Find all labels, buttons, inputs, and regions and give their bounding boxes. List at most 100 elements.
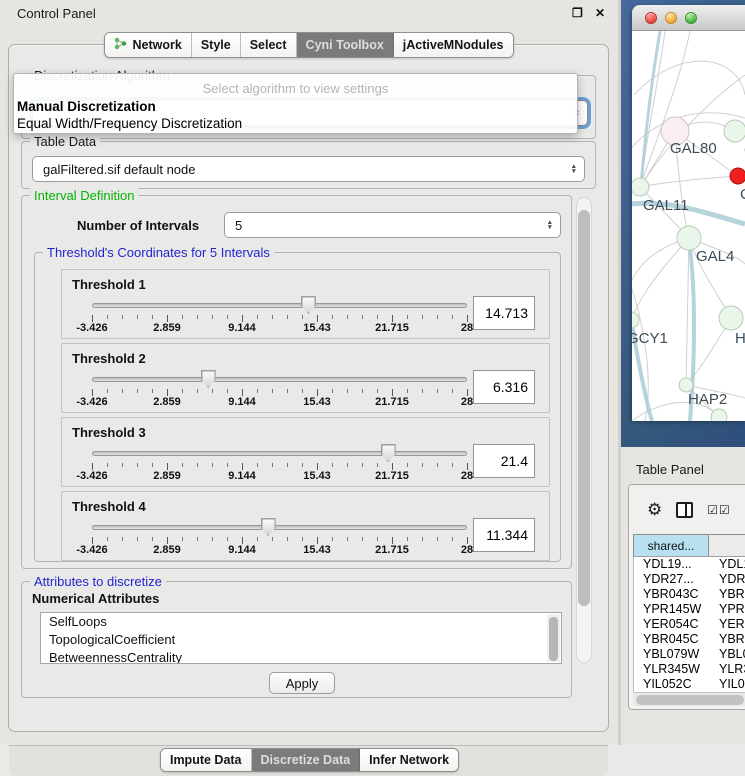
tick-label: -3.426 bbox=[76, 544, 107, 556]
table-row[interactable]: YPR145W YPR1 bbox=[634, 602, 745, 617]
columns-icon[interactable] bbox=[676, 502, 693, 518]
table-rows: YDL19... YDL1 YDR27... YDR2 YBR043C YBR0… bbox=[633, 557, 745, 692]
tick-label: 9.144 bbox=[228, 544, 256, 556]
tick-label: 15.43 bbox=[303, 470, 331, 482]
table-data-combobox[interactable]: galFiltered.sif default node ▲▼ bbox=[32, 156, 585, 182]
bottom-tab-impute-data[interactable]: Impute Data bbox=[161, 749, 252, 771]
network-node[interactable] bbox=[632, 312, 639, 328]
column-header-name[interactable]: na bbox=[709, 535, 745, 556]
table-row[interactable]: YDR27... YDR2 bbox=[634, 572, 745, 587]
network-node[interactable] bbox=[711, 409, 727, 421]
minimize-traffic-light-icon[interactable] bbox=[665, 12, 677, 24]
control-panel-window: Control Panel ❐ ✕ Discretization Algorit… bbox=[0, 0, 618, 745]
network-node[interactable] bbox=[724, 120, 745, 142]
list-scrollbar-thumb[interactable] bbox=[549, 617, 558, 661]
tab-style[interactable]: Style bbox=[192, 33, 241, 57]
select-all-checkboxes-icon[interactable]: ☑☑ bbox=[707, 503, 731, 517]
table-row[interactable]: YLR345W YLR3 bbox=[634, 662, 745, 677]
threshold-1-box: Threshold 1 -3.4262.8599.14415.4321.7152… bbox=[61, 269, 550, 339]
close-window-icon[interactable]: ✕ bbox=[595, 6, 605, 20]
node-label: GAL11 bbox=[643, 197, 689, 214]
algorithm-option-manual-discretization[interactable]: Manual Discretization bbox=[16, 99, 156, 114]
tab-cyni-toolbox[interactable]: Cyni Toolbox bbox=[297, 33, 394, 57]
network-node[interactable] bbox=[719, 306, 743, 330]
threshold-4-slider-track[interactable] bbox=[92, 525, 467, 530]
table-row[interactable]: YER054C YER0 bbox=[634, 617, 745, 632]
network-node[interactable] bbox=[679, 378, 693, 392]
threshold-1-value-field[interactable]: 14.713 bbox=[473, 296, 535, 330]
attribute-item-betweennesscentrality[interactable]: BetweennessCentrality bbox=[41, 649, 561, 664]
table-row[interactable]: YBR043C YBR0 bbox=[634, 587, 745, 602]
threshold-1-slider-track[interactable] bbox=[92, 303, 467, 308]
table-hscrollbar[interactable] bbox=[633, 692, 745, 706]
tab-label: Infer Network bbox=[369, 753, 449, 767]
threshold-2-box: Threshold 2 -3.4262.8599.14415.4321.7152… bbox=[61, 343, 550, 413]
thresholds-group-title: Threshold's Coordinates for 5 Intervals bbox=[43, 245, 274, 260]
cell-shared-name: YIL052C bbox=[634, 677, 710, 692]
tab-label: Select bbox=[250, 38, 287, 52]
tick-label: 28 bbox=[461, 544, 473, 556]
tab-label: Discretize Data bbox=[261, 753, 351, 767]
zoom-traffic-light-icon[interactable] bbox=[685, 12, 697, 24]
threshold-2-value-field[interactable]: 6.316 bbox=[473, 370, 535, 404]
network-canvas[interactable]: GAL80GGAL11CGAL4GCY1HHAP2 bbox=[632, 31, 745, 421]
apply-button[interactable]: Apply bbox=[269, 672, 335, 694]
threshold-3-slider-thumb[interactable] bbox=[381, 444, 396, 462]
cell-name: YPR1 bbox=[710, 602, 745, 617]
threshold-4-slider-thumb[interactable] bbox=[261, 518, 276, 536]
cell-shared-name: YBR045C bbox=[634, 632, 710, 647]
threshold-4-value-field[interactable]: 11.344 bbox=[473, 518, 535, 552]
algorithm-option-equal-width-frequency-discretization[interactable]: Equal Width/Frequency Discretization bbox=[16, 116, 242, 131]
number-of-intervals-combobox[interactable]: 5 ▲▼ bbox=[224, 212, 561, 238]
list-scrollbar[interactable] bbox=[547, 614, 560, 662]
threshold-1-label: Threshold 1 bbox=[72, 277, 146, 292]
cell-shared-name: YPR145W bbox=[634, 602, 710, 617]
bottom-tab-infer-network[interactable]: Infer Network bbox=[360, 749, 458, 771]
bottom-tabbar: Impute Data Discretize Data Infer Network bbox=[160, 748, 459, 772]
threshold-2-slider-track[interactable] bbox=[92, 377, 467, 382]
threshold-3-value-field[interactable]: 21.4 bbox=[473, 444, 535, 478]
tick-label: 21.715 bbox=[375, 470, 409, 482]
gear-icon[interactable]: ⚙ bbox=[647, 501, 662, 518]
number-of-intervals-label: Number of Intervals bbox=[77, 218, 199, 233]
bottom-tab-discretize-data[interactable]: Discretize Data bbox=[252, 749, 361, 771]
float-window-icon[interactable]: ❐ bbox=[572, 6, 583, 20]
panel-scrollbar[interactable] bbox=[576, 197, 592, 663]
table-hscrollbar-thumb[interactable] bbox=[636, 695, 744, 705]
tick-label: -3.426 bbox=[76, 396, 107, 408]
network-window-titlebar[interactable] bbox=[632, 5, 745, 31]
network-edge[interactable] bbox=[686, 238, 689, 385]
tab-network[interactable]: Network bbox=[105, 33, 191, 57]
table-row[interactable]: YDL19... YDL1 bbox=[634, 557, 745, 572]
slider-scale-labels: -3.4262.8599.14415.4321.71528 bbox=[92, 470, 467, 482]
threshold-1-slider-thumb[interactable] bbox=[301, 296, 316, 314]
combo-stepper-icon: ▲▼ bbox=[571, 164, 577, 174]
numerical-attributes-list[interactable]: SelfLoopsTopologicalCoefficientBetweenne… bbox=[40, 612, 562, 664]
cell-name: YDR2 bbox=[710, 572, 745, 587]
network-node[interactable] bbox=[632, 178, 649, 196]
tab-label: Style bbox=[201, 38, 231, 52]
threshold-2-slider-thumb[interactable] bbox=[201, 370, 216, 388]
cell-name: YBR0 bbox=[710, 632, 745, 647]
tab-select[interactable]: Select bbox=[241, 33, 297, 57]
tab-jactivemnodules[interactable]: jActiveMNodules bbox=[394, 33, 513, 57]
network-node[interactable] bbox=[730, 168, 745, 184]
attribute-item-topologicalcoefficient[interactable]: TopologicalCoefficient bbox=[41, 631, 561, 649]
cell-name: YBR0 bbox=[710, 587, 745, 602]
panel-scrollbar-thumb[interactable] bbox=[578, 210, 590, 606]
table-row[interactable]: YIL052C YIL0 bbox=[634, 677, 745, 692]
table-row[interactable]: YBL079W YBL0 bbox=[634, 647, 745, 662]
table-toolbar: ⚙ ☑☑ bbox=[629, 485, 745, 534]
column-header-shared[interactable]: shared... bbox=[633, 535, 709, 556]
tick-label: -3.426 bbox=[76, 470, 107, 482]
tick-label: 2.859 bbox=[153, 544, 181, 556]
network-edge[interactable] bbox=[640, 176, 738, 187]
attribute-item-selfloops[interactable]: SelfLoops bbox=[41, 613, 561, 631]
node-label: H bbox=[735, 330, 745, 347]
network-node[interactable] bbox=[677, 226, 701, 250]
cell-shared-name: YDL19... bbox=[634, 557, 710, 572]
close-traffic-light-icon[interactable] bbox=[645, 12, 657, 24]
table-data-group: Table Data galFiltered.sif default node … bbox=[21, 141, 596, 189]
table-row[interactable]: YBR045C YBR0 bbox=[634, 632, 745, 647]
threshold-3-slider-track[interactable] bbox=[92, 451, 467, 456]
